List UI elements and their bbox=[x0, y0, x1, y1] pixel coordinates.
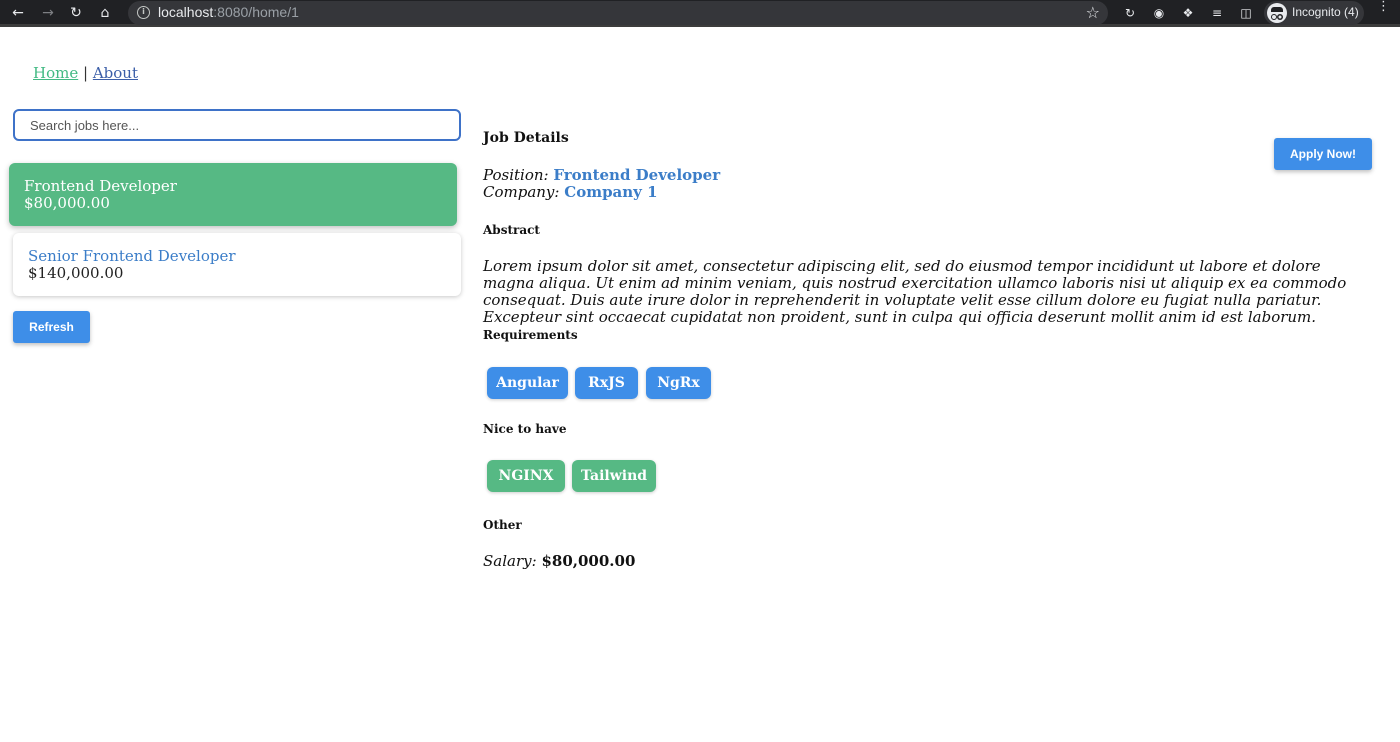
refresh-button[interactable]: Refresh bbox=[13, 311, 90, 343]
position-label: Position: bbox=[483, 166, 549, 184]
url-path: :8080/home/1 bbox=[213, 4, 299, 20]
company-label: Company: bbox=[483, 183, 560, 201]
requirement-tag: NgRx bbox=[646, 367, 711, 399]
home-icon[interactable]: ⌂ bbox=[96, 4, 114, 22]
nav-separator: | bbox=[83, 64, 89, 82]
nav-link-home[interactable]: Home bbox=[33, 64, 78, 82]
abstract-heading: Abstract bbox=[483, 223, 540, 237]
incognito-label: Incognito (4) bbox=[1292, 5, 1359, 19]
reading-list-icon[interactable]: ≡ bbox=[1209, 5, 1225, 21]
nice-to-have-heading: Nice to have bbox=[483, 422, 567, 436]
job-card[interactable]: Senior Frontend Developer $140,000.00 bbox=[13, 233, 461, 296]
browser-toolbar: ← → ↻ ⌂ i localhost:8080/home/1 ☆ ↻ ◉ ❖ … bbox=[0, 0, 1400, 27]
requirement-tag: Angular bbox=[487, 367, 568, 399]
company-value[interactable]: Company 1 bbox=[564, 183, 657, 201]
abstract-text: Lorem ipsum dolor sit amet, consectetur … bbox=[483, 257, 1347, 326]
company-row: Company: Company 1 bbox=[483, 184, 658, 201]
requirements-tags: Angular RxJS NgRx bbox=[487, 367, 887, 399]
job-card-selected[interactable]: Frontend Developer $80,000.00 bbox=[9, 163, 457, 226]
incognito-icon bbox=[1267, 3, 1287, 23]
search-input[interactable] bbox=[13, 109, 461, 141]
nice-to-have-tags: NGINX Tailwind bbox=[487, 460, 887, 492]
position-row: Position: Frontend Developer bbox=[483, 167, 720, 184]
position-value: Frontend Developer bbox=[553, 166, 721, 184]
job-details-heading: Job Details bbox=[483, 130, 569, 146]
apply-now-button[interactable]: Apply Now! bbox=[1274, 138, 1372, 170]
address-bar[interactable]: i localhost:8080/home/1 ☆ bbox=[128, 1, 1108, 25]
sidepanel-icon[interactable]: ◫ bbox=[1238, 5, 1254, 21]
salary-label: Salary: bbox=[483, 552, 537, 570]
salary-value: $80,000.00 bbox=[541, 552, 636, 570]
job-title: Senior Frontend Developer bbox=[28, 247, 236, 265]
nav-link-about[interactable]: About bbox=[93, 64, 138, 82]
puzzle-icon[interactable]: ❖ bbox=[1180, 5, 1196, 21]
top-nav: Home | About bbox=[33, 64, 138, 82]
nice-to-have-tag: NGINX bbox=[487, 460, 565, 492]
extension-icon[interactable]: ↻ bbox=[1122, 5, 1138, 21]
url-text[interactable]: localhost:8080/home/1 bbox=[158, 4, 299, 20]
incognito-badge[interactable]: Incognito (4) bbox=[1264, 1, 1364, 25]
requirement-tag: RxJS bbox=[575, 367, 638, 399]
target-icon[interactable]: ◉ bbox=[1151, 5, 1167, 21]
menu-icon[interactable]: ⋮ bbox=[1377, 0, 1390, 13]
job-salary: $80,000.00 bbox=[24, 194, 110, 212]
salary-row: Salary: $80,000.00 bbox=[483, 553, 635, 570]
forward-icon[interactable]: → bbox=[39, 4, 57, 22]
back-icon[interactable]: ← bbox=[9, 4, 27, 22]
other-heading: Other bbox=[483, 518, 522, 532]
info-icon[interactable]: i bbox=[137, 6, 150, 19]
job-title: Frontend Developer bbox=[24, 177, 177, 195]
nice-to-have-tag: Tailwind bbox=[572, 460, 656, 492]
job-salary: $140,000.00 bbox=[28, 264, 124, 282]
url-host: localhost bbox=[158, 4, 214, 20]
star-icon[interactable]: ☆ bbox=[1086, 3, 1100, 22]
requirements-heading: Requirements bbox=[483, 328, 578, 342]
reload-icon[interactable]: ↻ bbox=[67, 4, 85, 22]
